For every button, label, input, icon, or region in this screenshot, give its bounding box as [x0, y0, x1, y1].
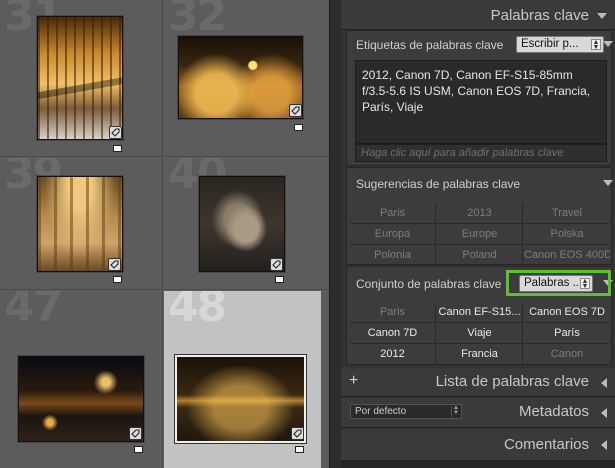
metadata-title: Metadatos	[518, 403, 589, 420]
expand-triangle-icon[interactable]	[601, 408, 607, 418]
photo-grid: 31 32 39 40 47 48	[0, 0, 338, 468]
suggestion-keyword[interactable]: Canon EOS 400D	[524, 245, 610, 266]
grid-cell-40[interactable]: 40	[164, 158, 329, 290]
add-keyword-icon[interactable]: +	[349, 372, 358, 390]
set-keyword[interactable]: Paris	[350, 302, 436, 323]
suggestion-keyword[interactable]: Travel	[524, 203, 610, 224]
flag-icon[interactable]	[295, 446, 304, 453]
keywords-title: Palabras clave	[490, 7, 589, 24]
keyword-badge-icon	[270, 258, 283, 271]
collapse-triangle-icon[interactable]	[603, 41, 613, 47]
keyword-badge-icon	[289, 104, 302, 117]
grid-cell-32[interactable]: 32	[164, 0, 329, 157]
set-keyword[interactable]: Canon EF-S15...	[437, 302, 523, 323]
keyword-set-label: Conjunto de palabras clave	[356, 277, 502, 291]
expand-triangle-icon[interactable]	[601, 440, 607, 450]
highlight-box	[506, 270, 611, 296]
flag-icon[interactable]	[113, 276, 122, 283]
flag-icon[interactable]	[294, 124, 303, 131]
keyword-badge-icon	[129, 427, 142, 440]
cell-number: 48	[168, 291, 227, 332]
thumbnail-photo[interactable]	[37, 16, 123, 140]
keyword-list-title: Lista de palabras clave	[435, 373, 589, 390]
keywords-section-header[interactable]: Palabras clave	[341, 0, 615, 30]
suggestion-keyword[interactable]: Europe	[437, 224, 523, 245]
panel-bottom	[341, 461, 615, 468]
set-keyword[interactable]: Canon 7D	[350, 323, 436, 344]
flag-icon[interactable]	[134, 446, 143, 453]
set-keyword[interactable]: Francia	[437, 344, 523, 365]
suggestions-grid: Paris 2013 Travel Europa Europe Polska P…	[350, 203, 610, 266]
metadata-preset-select[interactable]: Por defecto ▲ ▼	[350, 404, 462, 419]
suggestions-label: Sugerencias de palabras clave	[356, 177, 521, 191]
thumbnail-photo[interactable]	[178, 36, 303, 119]
comments-header[interactable]: Comentarios	[341, 429, 615, 461]
set-keyword[interactable]: Viaje	[437, 323, 523, 344]
suggestion-keyword[interactable]: Europa	[350, 224, 436, 245]
thumbnail-photo[interactable]	[174, 354, 307, 444]
keyword-list-header[interactable]: + Lista de palabras clave	[341, 368, 615, 397]
grid-right-gutter	[321, 291, 329, 468]
set-keyword[interactable]: 2012	[350, 344, 436, 365]
set-keyword[interactable]: Canon	[524, 344, 610, 365]
keyword-badge-icon	[108, 258, 121, 271]
suggestion-keyword[interactable]: 2013	[437, 203, 523, 224]
suggestion-keyword[interactable]: Poland	[437, 245, 523, 266]
thumbnail-photo[interactable]	[18, 356, 144, 442]
comments-title: Comentarios	[503, 436, 589, 453]
grid-cell-39[interactable]: 39	[0, 158, 163, 290]
keyword-badge-icon	[109, 126, 122, 139]
flag-icon[interactable]	[275, 276, 284, 283]
keyword-tags-textarea[interactable]: 2012, Canon 7D, Canon EF-S15-85mm f/3.5-…	[355, 60, 607, 144]
keyword-entry-mode-select[interactable]: Escribir p... ▲ ▼	[516, 36, 604, 53]
select-value: Por defecto	[355, 406, 407, 417]
collapse-triangle-icon[interactable]	[603, 180, 613, 186]
select-value: Escribir p...	[521, 38, 579, 50]
metadata-header[interactable]: Por defecto ▲ ▼ Metadatos	[341, 398, 615, 428]
suggestion-keyword[interactable]: Polska	[524, 224, 610, 245]
suggestion-keyword[interactable]: Paris	[350, 203, 436, 224]
flag-icon[interactable]	[113, 145, 122, 152]
scrollbar-divider[interactable]	[329, 0, 341, 468]
cell-number: 47	[4, 291, 63, 332]
grid-cell-31[interactable]: 31	[0, 0, 163, 157]
set-keyword[interactable]: París	[524, 323, 610, 344]
stepper-icon: ▲ ▼	[591, 39, 601, 51]
add-keywords-field[interactable]: Haga clic aquí para añadir palabras clav…	[355, 144, 607, 162]
collapse-triangle-icon[interactable]	[597, 13, 607, 19]
grid-cell-47[interactable]: 47	[0, 291, 163, 468]
expand-triangle-icon[interactable]	[601, 378, 607, 388]
suggestion-keyword[interactable]: Polonia	[350, 245, 436, 266]
keyword-tags-label: Etiquetas de palabras clave	[356, 38, 504, 52]
set-keyword[interactable]: Canon EOS 7D	[524, 302, 610, 323]
cell-number: 32	[168, 0, 227, 41]
stepper-icon: ▲ ▼	[451, 405, 460, 417]
right-panel: Palabras clave Etiquetas de palabras cla…	[341, 0, 615, 468]
keyword-badge-icon	[291, 427, 304, 440]
keyword-set-grid: Paris Canon EF-S15... Canon EOS 7D Canon…	[350, 302, 610, 365]
grid-cell-48-selected[interactable]: 48	[164, 291, 321, 468]
